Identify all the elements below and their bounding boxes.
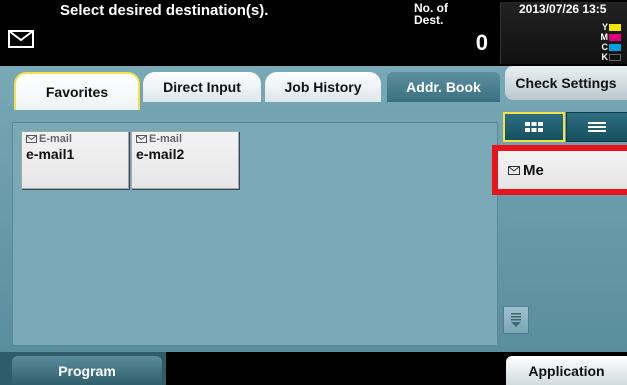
- tab-addr-book[interactable]: Addr. Book: [387, 72, 500, 102]
- destination-button[interactable]: E-mail e-mail2: [131, 131, 239, 189]
- envelope-icon: [8, 30, 34, 48]
- scroll-down-icon: [511, 313, 521, 327]
- grid-view-icon: [525, 122, 543, 132]
- me-button-face: Me: [498, 151, 627, 189]
- toner-c: C: [598, 42, 624, 52]
- list-view-icon: [588, 122, 606, 132]
- dest-name: e-mail2: [136, 146, 185, 162]
- dest-type: E-mail: [136, 133, 182, 145]
- dest-count-label: No. of Dest.: [414, 1, 448, 27]
- application-button[interactable]: Application: [506, 356, 627, 385]
- datetime-text: 2013/07/26 13:5: [519, 2, 607, 16]
- dest-count-value: 0: [475, 30, 488, 55]
- screen: Select desired destination(s). No. of De…: [0, 0, 627, 385]
- instruction-text: Select desired destination(s).: [60, 2, 269, 19]
- grid-view-button[interactable]: [503, 112, 565, 142]
- dest-name: e-mail1: [26, 146, 75, 162]
- header: Select desired destination(s). No. of De…: [0, 0, 627, 66]
- destination-button[interactable]: E-mail e-mail1: [21, 131, 129, 189]
- me-label: Me: [523, 161, 544, 179]
- tab-direct-input[interactable]: Direct Input: [143, 72, 261, 102]
- dest-count-box: No. of Dest. 0: [404, 0, 494, 60]
- scroll-down-button[interactable]: [503, 306, 529, 334]
- footer: Program Application: [0, 352, 627, 385]
- toner-k: K: [598, 52, 624, 62]
- toner-m: M: [598, 32, 624, 42]
- list-view-button[interactable]: [566, 112, 627, 142]
- me-button[interactable]: Me: [492, 145, 627, 195]
- email-icon: [136, 135, 147, 143]
- check-settings-button[interactable]: Check Settings: [505, 66, 627, 100]
- toner-y: Y: [598, 22, 624, 32]
- email-icon: [508, 165, 520, 175]
- email-icon: [26, 135, 37, 143]
- destination-list: E-mail e-mail1 E-mail e-mail2: [12, 122, 498, 346]
- tab-job-history[interactable]: Job History: [265, 72, 381, 102]
- main-panel: Favorites Direct Input Job History Addr.…: [0, 66, 627, 352]
- tab-favorites[interactable]: Favorites: [14, 72, 140, 110]
- toner-levels: Y M C K: [598, 22, 624, 62]
- datetime-panel: 2013/07/26 13:5 Y M C K: [500, 2, 627, 64]
- program-button[interactable]: Program: [12, 356, 162, 385]
- dest-type: E-mail: [26, 133, 72, 145]
